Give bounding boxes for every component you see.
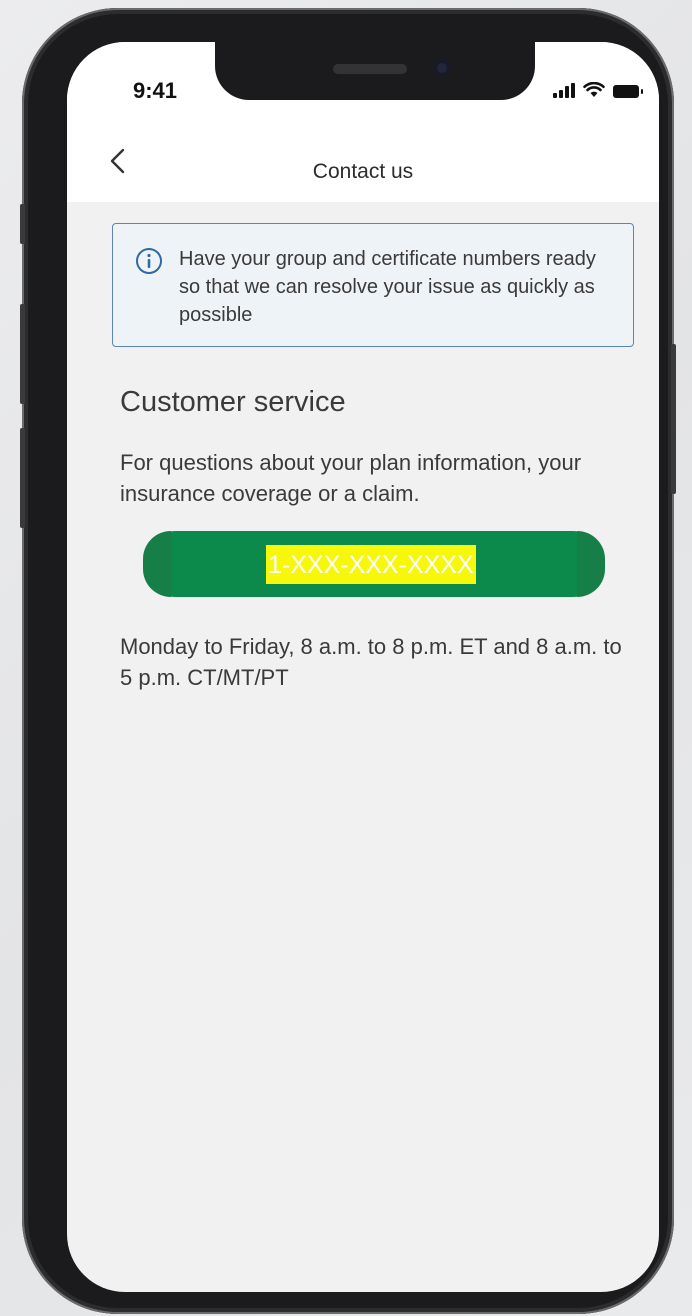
customer-service-description: For questions about your plan informatio… xyxy=(120,450,582,506)
power-button xyxy=(671,344,676,494)
speaker-grille xyxy=(333,64,407,74)
phone-number-label: 1-XXX-XXX-XXXX xyxy=(266,545,476,584)
front-camera xyxy=(433,59,451,77)
button-edge-left xyxy=(143,531,171,597)
call-customer-service-button[interactable]: 1-XXX-XXX-XXXX xyxy=(143,531,605,597)
wifi-icon xyxy=(583,82,605,97)
mute-switch xyxy=(20,204,25,244)
navigation-bar: Contact us xyxy=(67,146,659,202)
info-banner-text: Have your group and certificate numbers … xyxy=(179,248,596,326)
battery-icon xyxy=(613,85,643,98)
button-edge-right xyxy=(577,531,605,597)
volume-down-button xyxy=(20,428,25,528)
info-banner: Have your group and certificate numbers … xyxy=(112,223,634,347)
customer-service-heading: Customer service xyxy=(120,386,346,418)
service-hours-text: Monday to Friday, 8 a.m. to 8 p.m. ET an… xyxy=(120,634,622,690)
phone-screen: 9:41 Contact us Have your group and cert… xyxy=(67,42,659,1292)
cellular-signal-icon xyxy=(553,82,575,98)
status-time: 9:41 xyxy=(133,78,178,103)
phone-frame: 9:41 Contact us Have your group and cert… xyxy=(20,8,676,1314)
page-title: Contact us xyxy=(312,160,414,183)
status-icons xyxy=(553,82,643,98)
info-circle-icon xyxy=(136,248,162,274)
volume-up-button xyxy=(20,304,25,404)
notch xyxy=(215,42,535,100)
